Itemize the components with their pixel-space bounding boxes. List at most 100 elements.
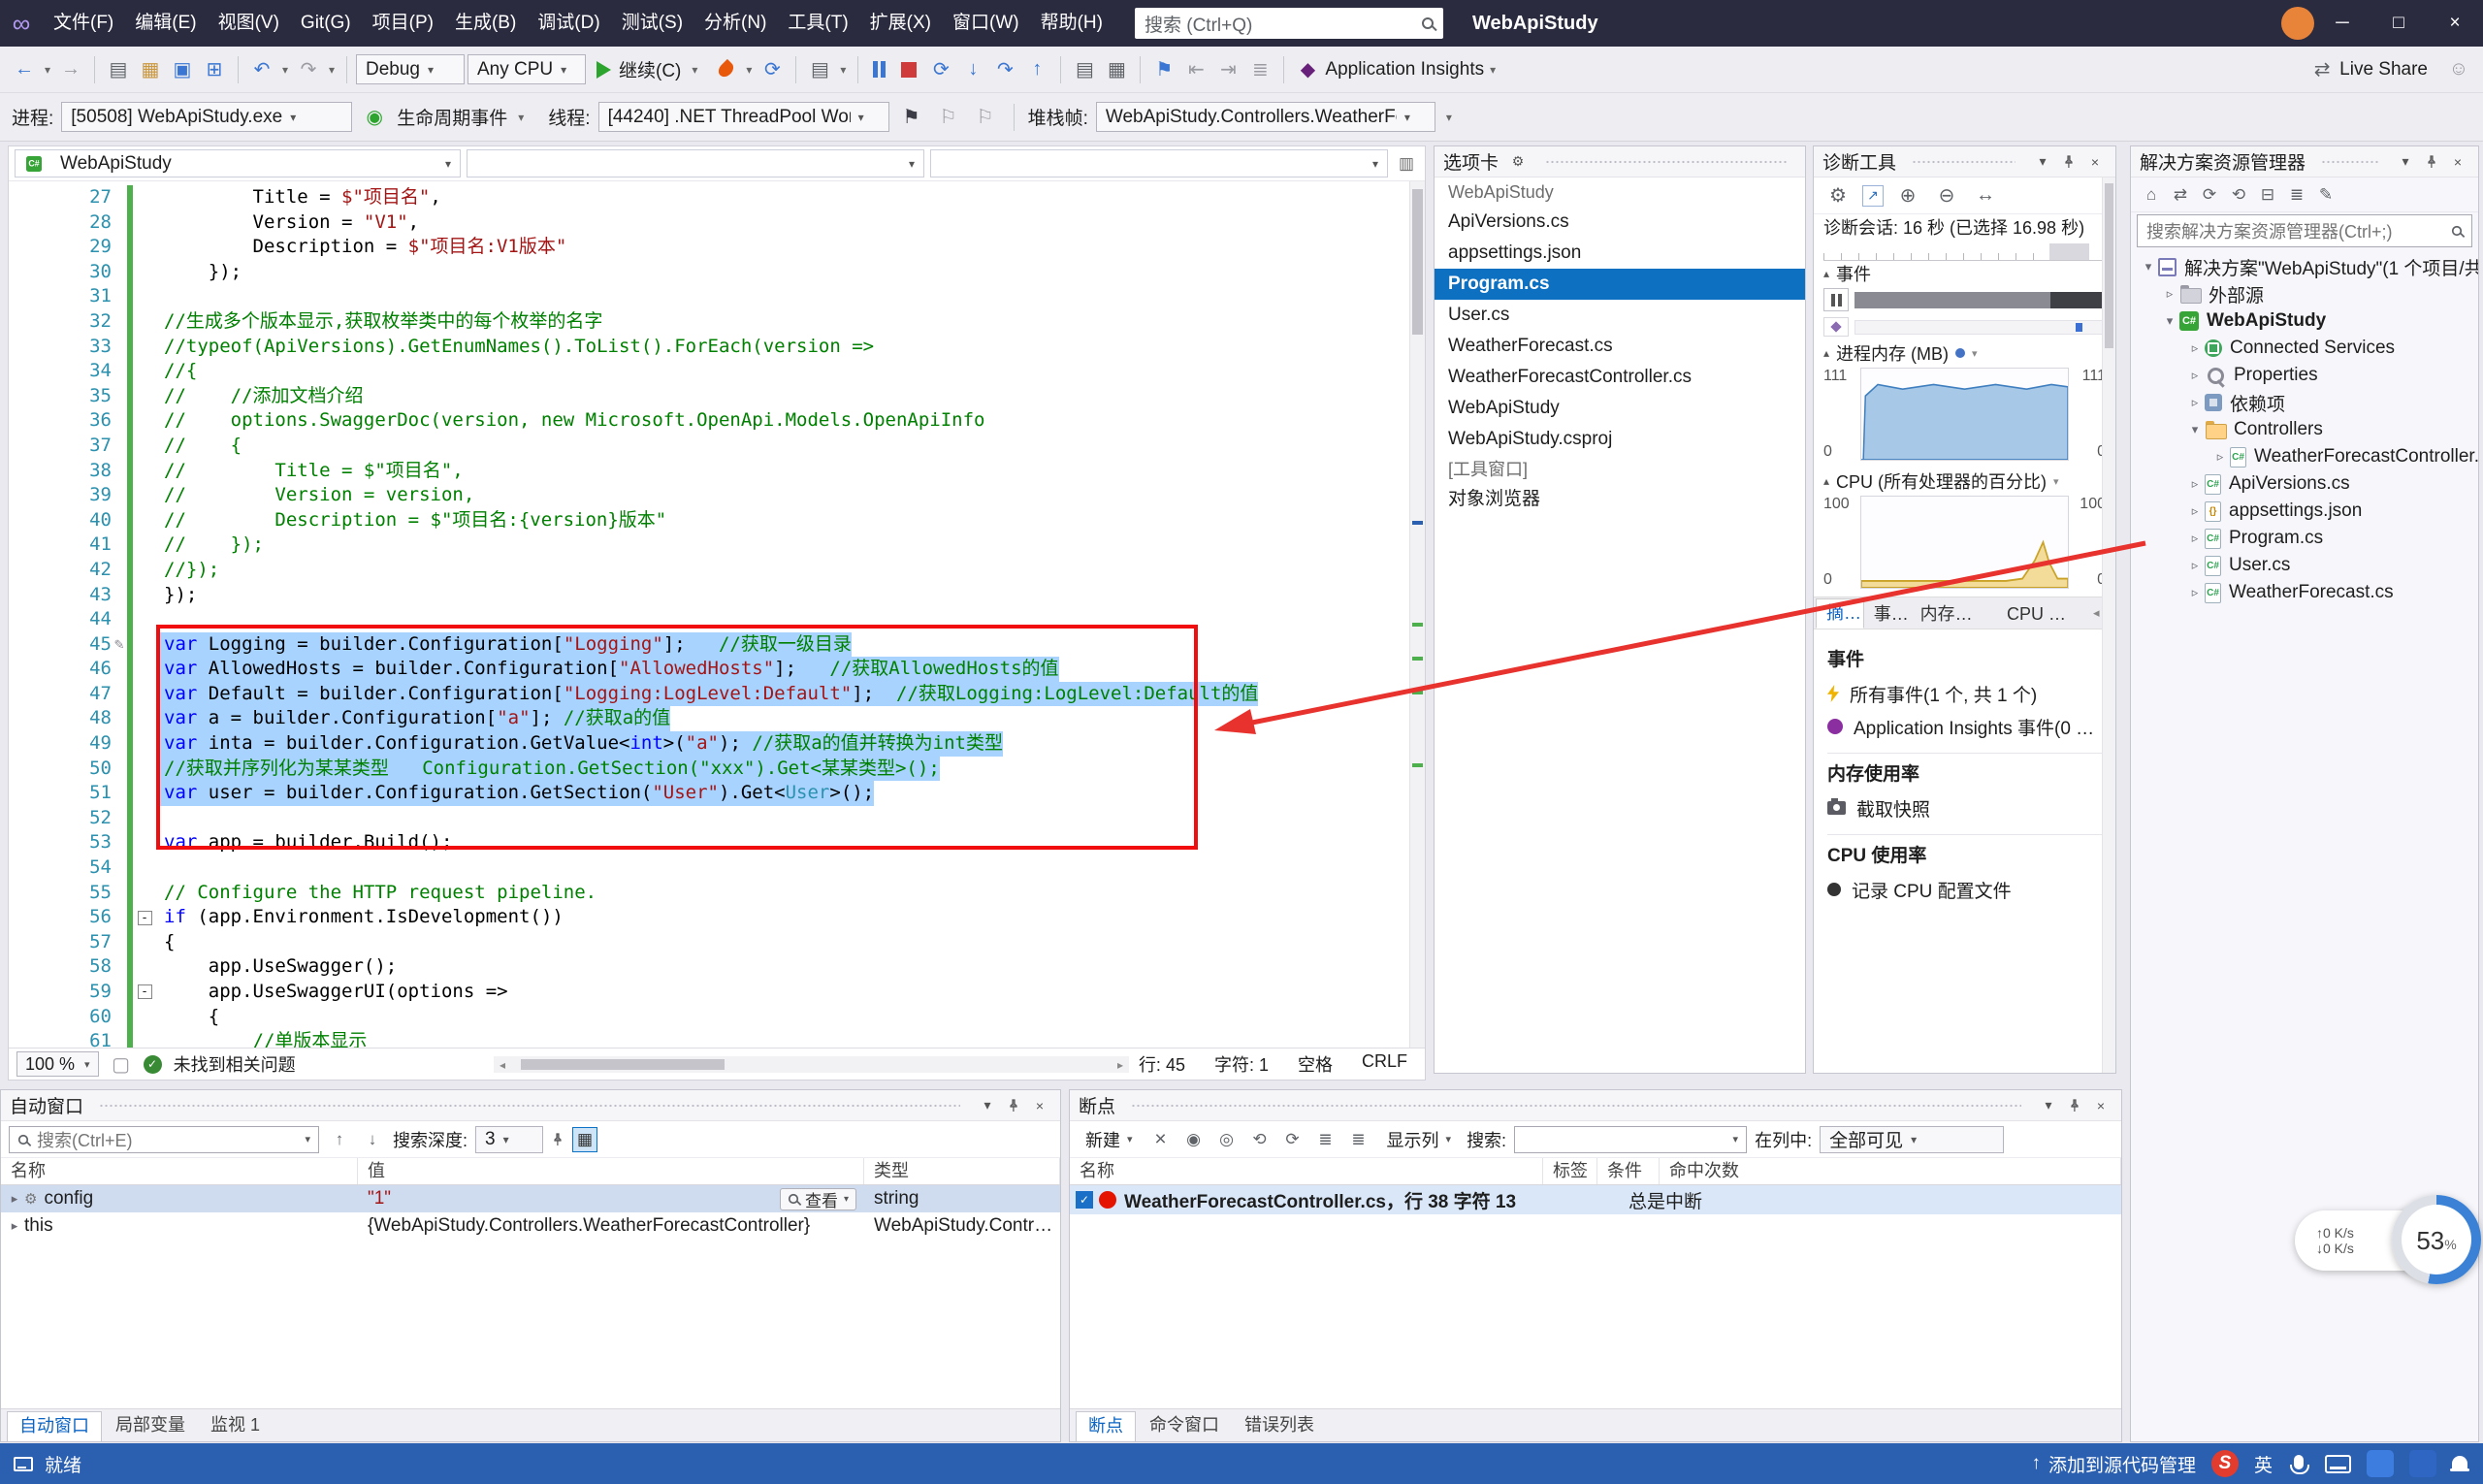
code-text[interactable]: var inta = builder.Configuration.GetValu… — [156, 731, 1003, 757]
breakpoint-margin[interactable] — [9, 757, 63, 782]
code-text[interactable]: if (app.Environment.IsDevelopment()) — [156, 905, 564, 930]
collapse-all-icon[interactable]: ⊟ — [2255, 181, 2280, 209]
open-tab-item[interactable]: WeatherForecastController.cs — [1435, 362, 1805, 393]
breakpoint-margin[interactable] — [9, 532, 63, 558]
expander-icon[interactable]: ▾ — [2185, 422, 2205, 437]
solution-tree-item[interactable]: ▾ 解决方案"WebApiStudy"(1 个项目/共 1 个) — [2131, 253, 2478, 280]
display-format-toggle[interactable]: ▦ — [572, 1127, 597, 1152]
new-breakpoint-button[interactable]: 新建 — [1078, 1126, 1141, 1152]
tool-window-tab[interactable]: 命令窗口 — [1138, 1411, 1231, 1441]
tool-window-tab[interactable]: 局部变量 — [104, 1411, 197, 1441]
app-insights-events-link[interactable]: Application Insights 事件(0 个, 共 0 个) — [1827, 710, 2102, 743]
expander-icon[interactable]: ▹ — [2185, 395, 2205, 410]
breakpoint-margin[interactable] — [9, 706, 63, 731]
code-text[interactable]: var Logging = builder.Configuration["Log… — [156, 632, 852, 658]
show-columns-dropdown[interactable]: 显示列 — [1379, 1126, 1460, 1152]
step-into-button[interactable]: ↓ — [958, 54, 987, 85]
lifecycle-events-button[interactable]: 生命周期事件 — [397, 104, 507, 130]
project-dropdown[interactable]: WebApiStudy — [15, 149, 461, 177]
send-feedback-button[interactable]: ☺ — [2444, 54, 2473, 85]
previous-result-icon[interactable]: ↑ — [327, 1127, 352, 1152]
pan-icon[interactable]: ▢ — [111, 1048, 132, 1080]
outlining-margin[interactable] — [133, 235, 156, 260]
solution-tree-item[interactable]: ▹ ApiVersions.cs — [2131, 470, 2478, 498]
restart-application-button[interactable]: ⟳ — [758, 54, 787, 85]
timeline-ruler[interactable] — [1823, 242, 2106, 261]
live-share-button[interactable]: Live Share — [2339, 59, 2428, 81]
menu-item[interactable]: 生成(B) — [444, 0, 527, 47]
menu-item[interactable]: 帮助(H) — [1030, 0, 1113, 47]
outlining-margin[interactable] — [133, 806, 156, 831]
close-button[interactable]: × — [2427, 0, 2483, 47]
diagnostics-scrollbar[interactable] — [2102, 177, 2115, 1073]
code-text[interactable]: //单版本显示 — [156, 1029, 367, 1048]
outlining-margin[interactable] — [133, 309, 156, 335]
output-window-button[interactable]: ▤ — [805, 54, 834, 85]
outlining-margin[interactable] — [133, 632, 156, 658]
step-over-button[interactable]: ↷ — [990, 54, 1019, 85]
pin-icon[interactable] — [2068, 1099, 2081, 1113]
tool-window-tab[interactable]: 断点 — [1076, 1411, 1136, 1441]
outlining-margin[interactable] — [133, 706, 156, 731]
type-dropdown[interactable] — [467, 149, 924, 177]
code-text[interactable]: { — [156, 1005, 219, 1030]
solution-tree-item[interactable]: ▾ Controllers — [2131, 416, 2478, 443]
breakpoint-margin[interactable] — [9, 954, 63, 980]
code-text[interactable]: app.UseSwagger(); — [156, 954, 397, 980]
diagnostics-window-button[interactable]: ▦ — [1102, 54, 1131, 85]
breakpoint-margin[interactable] — [9, 632, 63, 658]
menu-item[interactable]: 调试(D) — [527, 0, 610, 47]
break-all-button[interactable] — [867, 61, 891, 78]
breakpoint-margin[interactable] — [9, 657, 63, 682]
outlining-margin[interactable] — [133, 1029, 156, 1048]
navigate-forward-button[interactable]: → — [56, 54, 85, 85]
code-text[interactable] — [156, 607, 164, 632]
outlining-margin[interactable] — [133, 210, 156, 236]
cpu-section-header[interactable]: CPU (所有处理器的百分比) ▾ — [1814, 468, 2115, 494]
hot-reload-button[interactable] — [711, 54, 740, 85]
menu-item[interactable]: 测试(S) — [611, 0, 693, 47]
expander-icon[interactable]: ▸ — [5, 1191, 24, 1207]
breakpoint-margin[interactable] — [9, 682, 63, 707]
code-text[interactable] — [156, 284, 164, 309]
breakpoint-margin[interactable] — [9, 210, 63, 236]
outlining-margin[interactable] — [133, 508, 156, 533]
sogou-tool-icon[interactable] — [2409, 1450, 2436, 1477]
switch-views-icon[interactable]: ⇄ — [2168, 181, 2193, 209]
restart-debugging-button[interactable]: ⟳ — [926, 54, 955, 85]
disable-all-breakpoints-button[interactable]: ◉ — [1181, 1127, 1207, 1152]
code-text[interactable]: // Configure the HTTP request pipeline. — [156, 881, 597, 906]
open-file-button[interactable]: ▦ — [136, 54, 165, 85]
expander-icon[interactable]: ▹ — [2185, 531, 2205, 546]
scroll-tabs-left-icon[interactable]: ◂ — [2093, 605, 2100, 621]
pause-events-icon[interactable] — [1823, 288, 1849, 311]
outlining-margin[interactable] — [133, 260, 156, 285]
microphone-icon[interactable] — [2294, 1455, 2304, 1469]
outlining-margin[interactable] — [133, 1005, 156, 1030]
solution-tree-item[interactable]: ▹ 依赖项 — [2131, 389, 2478, 416]
code-text[interactable]: //}); — [156, 558, 219, 583]
menu-item[interactable]: 视图(V) — [208, 0, 290, 47]
autos-search-input[interactable]: 搜索(Ctrl+E) — [9, 1126, 319, 1153]
open-tab-item[interactable]: User.cs — [1435, 300, 1805, 331]
new-file-button[interactable]: ▤ — [104, 54, 133, 85]
tool-window-tab[interactable]: 监视 1 — [199, 1411, 272, 1441]
breakpoint-margin[interactable] — [9, 384, 63, 409]
code-text[interactable] — [156, 806, 164, 831]
diagnostics-tab[interactable]: 摘要 — [1816, 598, 1864, 629]
breakpoint-margin[interactable] — [9, 408, 63, 434]
column-header[interactable]: 值 — [358, 1158, 864, 1184]
code-text[interactable]: var user = builder.Configuration.GetSect… — [156, 781, 874, 806]
outlining-margin[interactable] — [133, 483, 156, 508]
code-text[interactable]: // { — [156, 434, 242, 459]
column-header[interactable]: 类型 — [864, 1158, 1060, 1184]
flagged-only-toggle-button[interactable]: ⚐ — [971, 102, 1000, 133]
menu-item[interactable]: 工具(T) — [777, 0, 858, 47]
marker-track[interactable] — [1854, 320, 2106, 335]
all-events-link[interactable]: 所有事件(1 个, 共 1 个) — [1827, 677, 2102, 710]
go-to-source-button[interactable]: ≣ — [1313, 1127, 1338, 1152]
breakpoint-margin[interactable] — [9, 607, 63, 632]
thread-dropdown[interactable]: [44240] .NET ThreadPool Worker — [598, 102, 889, 132]
solution-tree-item[interactable]: ▾ WebApiStudy — [2131, 307, 2478, 335]
open-tab-item[interactable]: WeatherForecast.cs — [1435, 331, 1805, 362]
